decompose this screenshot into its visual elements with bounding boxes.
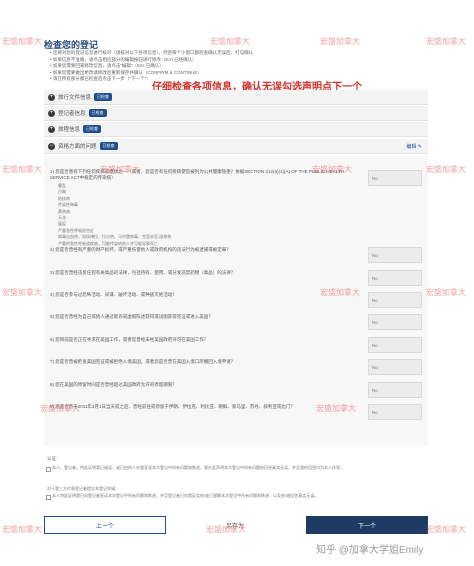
answer-select-9[interactable]: No [368, 404, 422, 420]
answer-select-6[interactable]: No [368, 337, 422, 353]
expand-plus-icon[interactable]: + [48, 125, 55, 133]
confirm-self-checkbox[interactable] [46, 467, 51, 472]
watermark: 宏盛加拿大 [210, 37, 250, 46]
question-1-items: 霍乱 白喉 结核病 传染性梅毒 黄热病 天花 瘟疫 严重急性呼吸综合征 病毒出血… [58, 183, 171, 247]
expand-plus-icon[interactable]: + [48, 109, 55, 117]
answer-select-8[interactable]: No [368, 382, 422, 398]
watermark: 宏盛加拿大 [320, 37, 360, 46]
status-badge: 已检查 [83, 125, 102, 133]
expand-plus-icon[interactable]: + [48, 93, 55, 101]
watermark: 宏盛加拿大 [312, 165, 352, 174]
watermark: 宏盛加拿大 [320, 288, 360, 297]
watermark: 宏盛加拿大 [100, 165, 140, 174]
watermark: 宏盛加拿大 [2, 165, 42, 174]
watermark: 宏盛加拿大 [426, 37, 466, 46]
status-badge: 已检查 [94, 93, 113, 101]
confirm-label: 认证： [47, 456, 61, 461]
question-2: 2) 您是否曾经有严重的财产损坏，或严重伤害他人或政府机构的违法行为被逮捕或被定… [50, 247, 231, 252]
question-3: 3) 您是否曾经违反任何有关毒品的法律，包括持有、使用、或分发违禁药物（毒品）的… [50, 270, 236, 275]
confirm-third-text: 本人特此证明我已向登记者宣读本次登记中所有问题和陈述，并且登记者已向我证实他/她… [52, 493, 319, 498]
panel-eligibility[interactable]: − 资格方面的问题 已检查 编辑 ✎ [44, 139, 428, 154]
panel-travel-info[interactable]: + 旅程信息 已检查 [44, 122, 428, 137]
back-button[interactable]: 上一个 [44, 516, 166, 534]
question-4: 4) 您是否参与过恐怖活动、间谍、破坏活动、或种族灭绝活动？ [50, 292, 177, 297]
disease-item: 病毒出血热，如埃博拉、拉沙热、马尔堡病毒、克里米亚-刚果热 [58, 234, 172, 240]
next-label: 下一个 [357, 523, 376, 530]
next-button[interactable]: 下一个 [306, 516, 428, 534]
question-8: 8) 您在美国的停留时间是否曾经超过美国政府允许的停留期限？ [50, 382, 177, 387]
answer-select-4[interactable]: No [368, 292, 422, 308]
watermark: 宏盛加拿大 [316, 404, 356, 413]
panel-label: 旅程信息 [58, 127, 81, 133]
answer-select-7[interactable]: No [368, 359, 422, 375]
footer-watermark: 知乎 @加拿大学姐Emily [316, 545, 424, 556]
question-7: 7) 您是否曾被拒发美国签证或被拒绝入境美国，或者您是否曾在美国入境口岸撤回入境… [50, 359, 236, 364]
panel-label: 登记者信息 [58, 111, 86, 117]
collapse-minus-icon[interactable]: − [48, 142, 55, 150]
watermark: 宏盛加拿大 [426, 288, 466, 297]
panel-travel-documents[interactable]: + 旅行文件信息 已检查 [44, 90, 428, 105]
watermark: 宏盛加拿大 [2, 288, 42, 297]
status-badge: 已检查 [88, 109, 107, 117]
watermark: 宏盛加拿大 [2, 525, 42, 534]
status-badge: 已检查 [99, 142, 118, 150]
back-label: 上一个 [95, 523, 114, 530]
panel-label: 旅行文件信息 [58, 95, 92, 101]
answer-select-1[interactable]: No [368, 170, 422, 186]
answer-select-5[interactable]: No [368, 314, 422, 330]
panel-registrant-info[interactable]: + 登记者信息 已检查 [44, 106, 428, 121]
question-9: 9) 您是否曾于2011年3月1日当天或之后，曾经前往或停留于伊朗、伊拉克、利比… [50, 404, 295, 409]
panel-label: 资格方面的问题 [58, 144, 97, 150]
answer-select-3[interactable]: No [368, 270, 422, 286]
watermark: 宏盛加拿大 [426, 525, 466, 534]
question-6: 6) 您目前是否正在寻求在美国工作，或者您曾经未经美国政府许可在美国工作？ [50, 337, 209, 342]
confirm-third-checkbox[interactable] [46, 495, 51, 500]
watermark: 宏盛加拿大 [206, 525, 246, 534]
watermark: 宏盛加拿大 [2, 37, 42, 46]
watermark: 宏盛加拿大 [40, 404, 80, 413]
question-1: 1) 您是否患有下列任何疾病或症状之一（或者，您是否有任何疾病使您被列为公共健康… [50, 169, 344, 180]
answer-select-2[interactable]: No [368, 247, 422, 263]
edit-link[interactable]: 编辑 ✎ [406, 143, 422, 150]
confirm-self-text: 本人，登记者，特此证明我已阅读，或已由他人向我宣读本次登记中所有问题和陈述，我在… [52, 465, 344, 470]
question-5: 5) 您是否曾经为自己或他人通过欺诈或虚假陈述获得或试图获得签证或进入美国？ [50, 314, 213, 319]
watermark: 宏盛加拿大 [426, 165, 466, 174]
confirm-third-label: 对于第三方代表登记者提交本登记申请： [47, 486, 119, 491]
